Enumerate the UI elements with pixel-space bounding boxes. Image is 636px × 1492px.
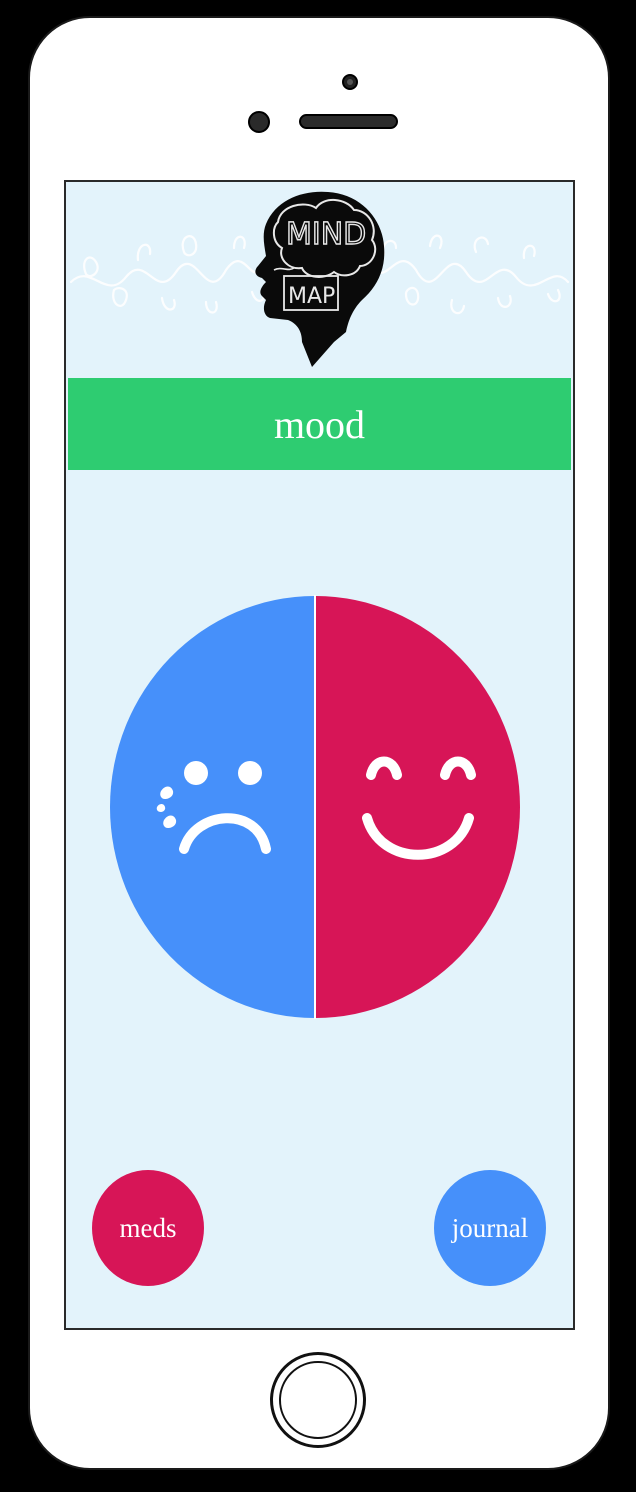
head-brain-logo: MIND MAP — [255, 191, 385, 367]
front-camera — [342, 74, 358, 90]
journal-label: journal — [451, 1212, 529, 1243]
page-title: mood — [273, 401, 366, 447]
logo-word-map: MAP — [288, 284, 335, 309]
proximity-sensor — [248, 111, 270, 133]
logo-word-mind: MIND — [286, 217, 366, 252]
meds-label: meds — [119, 1212, 177, 1243]
earpiece-speaker — [299, 114, 398, 129]
home-button[interactable] — [270, 1352, 366, 1448]
header-banner: MIND MAP — [69, 191, 570, 367]
journal-button[interactable]: journal — [434, 1170, 546, 1286]
vine-decoration-left — [69, 235, 268, 314]
mood-divider — [314, 595, 316, 1019]
mood-selector — [109, 595, 523, 1019]
vine-decoration-right — [369, 234, 570, 315]
mood-title-bar: mood — [68, 378, 571, 470]
meds-button[interactable]: meds — [92, 1170, 204, 1286]
app-screen: MIND MAP mood meds journal — [64, 180, 575, 1330]
